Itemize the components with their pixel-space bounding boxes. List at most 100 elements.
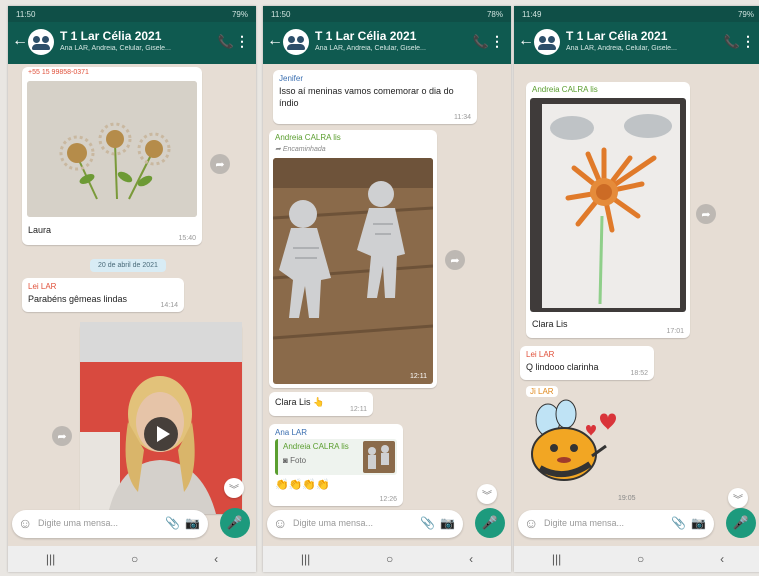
add-call-icon[interactable]: 📞 [473,34,489,50]
camera-small-icon: ◙ [283,456,291,465]
nav-back-icon[interactable]: ‹ [469,552,473,566]
message-sender-number: +55 15 99858-0371 [28,69,89,76]
attach-icon[interactable]: 📎 [165,516,180,530]
status-time: 11:50 [16,9,36,19]
back-arrow-icon[interactable]: ← [267,32,283,50]
text-message[interactable]: Jenifer Isso aí meninas vamos comemorar … [273,70,477,124]
quoted-message[interactable]: Andreia CALRA lis ◙ Foto [275,439,397,475]
play-button[interactable] [144,417,178,451]
add-call-icon[interactable]: 📞 [724,34,740,50]
home-icon[interactable]: ○ [386,552,393,566]
cutout-figures-photo[interactable]: 12:11 [273,158,433,384]
camera-icon[interactable]: 📷 [691,516,706,530]
chat-screen-1: 11:50 79% ← T 1 Lar Célia 2021 Ana LAR, … [8,6,256,572]
forward-share-icon[interactable]: ➦ [445,250,465,270]
message-input-bar[interactable]: ☺ Digite uma mensa... 📎 📷 [267,510,463,538]
group-title[interactable]: T 1 Lar Célia 2021 [566,29,667,43]
recent-apps-icon[interactable]: ||| [46,552,55,566]
video-message[interactable] [80,322,242,514]
reply-message[interactable]: Ana LAR Andreia CALRA lis ◙ Foto 👏👏👏👏 12… [269,424,403,506]
home-icon[interactable]: ○ [637,552,644,566]
message-list[interactable]: Andreia CALRA lis Clara Lis 17:01 ➦ Lei … [514,64,759,516]
mic-button[interactable]: 🎤 [726,508,756,538]
sticker-message[interactable]: Ji LAR [520,384,630,494]
group-members[interactable]: Ana LAR, Andreia, Celular, Gisele... [60,45,180,52]
chat-screen-3: 11:49 79% ← T 1 Lar Célia 2021 Ana LAR, … [514,6,759,572]
forward-share-icon[interactable]: ➦ [210,154,230,174]
group-avatar[interactable] [283,29,309,55]
image-caption: Laura [28,225,52,235]
add-call-icon[interactable]: 📞 [218,34,234,50]
recent-apps-icon[interactable]: ||| [552,552,561,566]
group-title[interactable]: T 1 Lar Célia 2021 [60,29,161,43]
group-avatar[interactable] [28,29,54,55]
camera-icon[interactable]: 📷 [185,516,200,530]
thumbnail-figures [368,445,389,469]
message-time: 17:01 [666,328,684,335]
message-sender: Ana LAR [275,428,308,437]
text-message[interactable]: Clara Lis 👆 12:11 [269,392,373,416]
message-sender: Ji LAR [526,386,558,397]
message-input[interactable]: Digite uma mensa... [544,518,624,528]
emoji-icon[interactable]: ☺ [18,515,32,531]
image-caption: Clara Lis [532,319,568,329]
message-text: Isso aí meninas vamos comemorar o dia do… [279,86,454,108]
message-text: Parabéns gêmeas lindas [28,294,128,304]
group-title[interactable]: T 1 Lar Célia 2021 [315,29,416,43]
android-nav-bar: ||| ○ ‹ [8,546,256,572]
quoted-text: ◙ Foto [283,456,306,465]
message-input[interactable]: Digite uma mensa... [38,518,118,528]
android-nav-bar: ||| ○ ‹ [514,546,759,572]
attach-icon[interactable]: 📎 [671,516,686,530]
status-time: 11:49 [522,9,542,19]
more-menu-icon[interactable]: ⋮ [490,33,504,50]
message-time: 14:14 [160,302,178,309]
message-list[interactable]: Jenifer Isso aí meninas vamos comemorar … [263,64,511,516]
quoted-type: Foto [290,456,307,465]
message-time: 12:26 [379,496,397,503]
recent-apps-icon[interactable]: ||| [301,552,310,566]
sunflower-drawing-photo[interactable] [530,98,686,312]
home-icon[interactable]: ○ [131,552,138,566]
sticker-time: 19:05 [618,495,636,502]
attach-icon[interactable]: 📎 [420,516,435,530]
message-list[interactable]: +55 15 99858-0371 Laura 15:40 ➦ 20 de ab… [8,64,256,516]
status-time: 11:50 [271,9,291,19]
message-input-bar[interactable]: ☺ Digite uma mensa... 📎 📷 [12,510,208,538]
group-members[interactable]: Ana LAR, Andreia, Celular, Gisele... [566,45,686,52]
back-arrow-icon[interactable]: ← [518,32,534,50]
photo-time: 12:11 [410,373,427,380]
scroll-to-bottom-icon[interactable]: ︾ [728,488,748,508]
forward-share-icon[interactable]: ➦ [52,426,72,446]
emoji-icon[interactable]: ☺ [273,515,287,531]
text-message[interactable]: Lei LAR Q lindooo clarinha 18:52 [520,346,654,380]
nav-back-icon[interactable]: ‹ [720,552,724,566]
quoted-sender: Andreia CALRA lis [283,442,349,451]
nav-back-icon[interactable]: ‹ [214,552,218,566]
flowers-drawing-photo[interactable] [27,81,197,217]
message-input-bar[interactable]: ☺ Digite uma mensa... 📎 📷 [518,510,714,538]
image-message[interactable]: +55 15 99858-0371 Laura 15:40 [22,67,202,245]
message-input[interactable]: Digite uma mensa... [293,518,373,528]
scroll-to-bottom-icon[interactable]: ︾ [477,484,497,504]
chat-header: ← T 1 Lar Célia 2021 Ana LAR, Andreia, C… [263,22,511,64]
forward-share-icon[interactable]: ➦ [696,204,716,224]
mic-button[interactable]: 🎤 [220,508,250,538]
image-message[interactable]: Andreia CALRA lis Clara Lis 17:01 [526,82,690,338]
mic-button[interactable]: 🎤 [475,508,505,538]
back-arrow-icon[interactable]: ← [12,32,28,50]
battery-level: 78% [486,9,503,19]
date-separator: 20 de abril de 2021 [90,259,166,272]
more-menu-icon[interactable]: ⋮ [235,33,249,50]
quoted-thumbnail [363,441,395,473]
chat-header: ← T 1 Lar Célia 2021 Ana LAR, Andreia, C… [8,22,256,64]
emoji-icon[interactable]: ☺ [524,515,538,531]
more-menu-icon[interactable]: ⋮ [741,33,755,50]
group-avatar[interactable] [534,29,560,55]
forwarded-image-message[interactable]: Andreia CALRA lis ➦ Encaminhada 12:11 [269,130,437,388]
message-time: 15:40 [178,235,196,242]
text-message[interactable]: Lei LAR Parabéns gêmeas lindas 14:14 [22,278,184,312]
scroll-to-bottom-icon[interactable]: ︾ [224,478,244,498]
camera-icon[interactable]: 📷 [440,516,455,530]
group-members[interactable]: Ana LAR, Andreia, Celular, Gisele... [315,45,435,52]
